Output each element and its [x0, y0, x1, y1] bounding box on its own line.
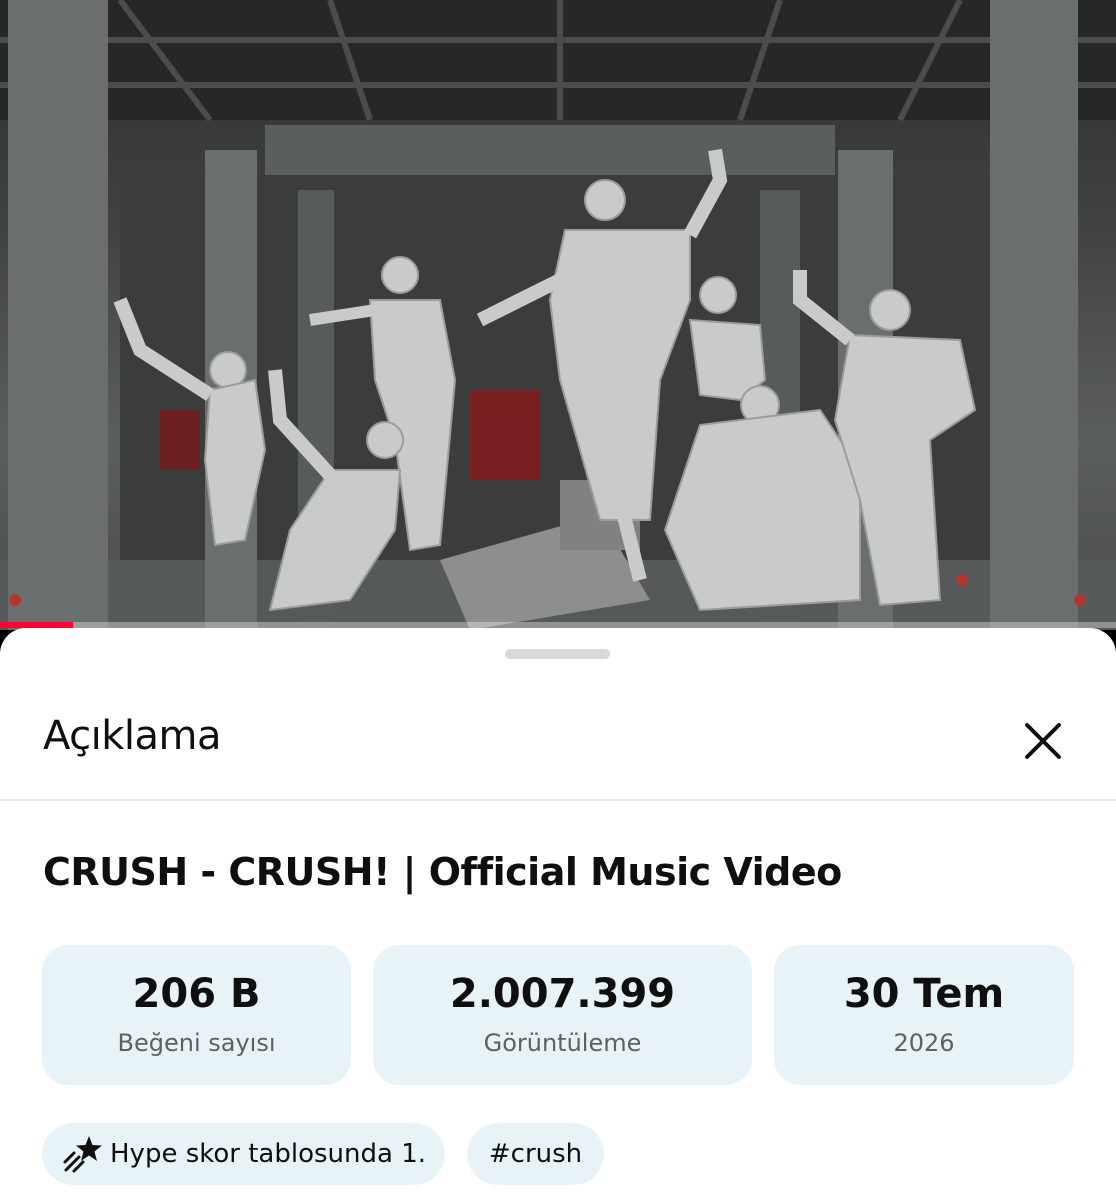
stat-views[interactable]: 2.007.399 Görüntüleme — [373, 945, 752, 1085]
close-icon — [1025, 723, 1061, 759]
divider — [0, 799, 1116, 801]
likes-label: Beğeni sayısı — [117, 1029, 276, 1057]
stat-date[interactable]: 30 Tem 2026 — [774, 945, 1074, 1085]
hype-star-icon — [63, 1136, 102, 1173]
publish-year: 2026 — [893, 1029, 955, 1057]
hashtag-label: #crush — [488, 1139, 583, 1169]
video-player[interactable] — [0, 0, 1116, 630]
views-count: 2.007.399 — [449, 971, 676, 1017]
publish-date: 30 Tem — [843, 971, 1005, 1017]
close-button[interactable] — [1010, 708, 1076, 774]
video-title: CRUSH - CRUSH! | Official Music Video — [43, 850, 842, 894]
hype-chip-label: Hype skor tablosunda 1. — [110, 1139, 427, 1169]
sheet-title: Açıklama — [43, 713, 222, 759]
views-label: Görüntüleme — [483, 1029, 642, 1057]
hype-chip[interactable]: Hype skor tablosunda 1. — [42, 1123, 445, 1185]
description-sheet: Açıklama CRUSH - CRUSH! | Official Music… — [0, 628, 1116, 1200]
likes-count: 206 B — [132, 971, 261, 1017]
stat-likes[interactable]: 206 B Beğeni sayısı — [42, 945, 351, 1085]
drag-handle[interactable] — [505, 649, 610, 659]
hashtag-chip[interactable]: #crush — [467, 1123, 604, 1185]
video-frame — [0, 0, 1116, 630]
